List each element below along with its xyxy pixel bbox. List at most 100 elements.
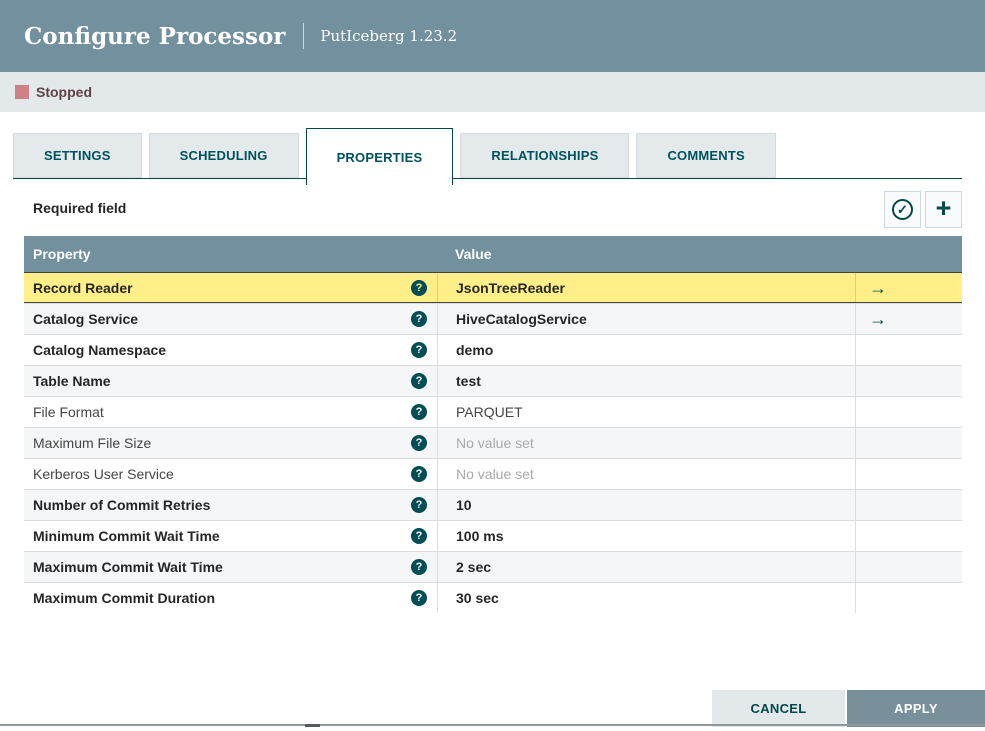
go-to-service-cell	[855, 428, 962, 458]
table-header-row: Property Value	[24, 236, 962, 272]
go-to-service-arrow-icon[interactable]: →	[869, 279, 887, 297]
property-name-cell: Maximum Commit Wait Time?	[24, 552, 437, 582]
help-question-icon[interactable]: ?	[411, 404, 427, 420]
help-question-icon[interactable]: ?	[411, 559, 427, 575]
property-row-kerberos-user-service[interactable]: Kerberos User Service? No value set	[24, 458, 962, 489]
property-row-minimum-commit-wait-time[interactable]: Minimum Commit Wait Time? 100 ms	[24, 520, 962, 551]
property-row-catalog-namespace[interactable]: Catalog Namespace? demo	[24, 334, 962, 365]
help-question-icon[interactable]: ?	[411, 590, 427, 606]
property-name-cell: Maximum File Size?	[24, 428, 437, 458]
table-body: Record Reader? JsonTreeReader → Catalog Ser…	[24, 272, 962, 613]
property-row-maximum-commit-duration[interactable]: Maximum Commit Duration? 30 sec	[24, 582, 962, 613]
help-question-icon[interactable]: ?	[411, 435, 427, 451]
property-value-cell[interactable]: HiveCatalogService	[437, 304, 855, 334]
required-field-label: Required field	[33, 200, 127, 216]
property-value-cell[interactable]: 10	[437, 490, 855, 520]
help-question-icon[interactable]: ?	[411, 497, 427, 513]
property-value-placeholder: No value set	[456, 466, 534, 482]
property-name: Maximum File Size	[33, 435, 152, 451]
property-name: Table Name	[33, 373, 111, 389]
property-value-cell[interactable]: 2 sec	[437, 552, 855, 582]
tab-relationships[interactable]: RELATIONSHIPS	[460, 133, 630, 178]
property-value: 10	[456, 497, 472, 513]
property-name: Record Reader	[33, 279, 133, 296]
property-value-cell[interactable]: No value set	[437, 459, 855, 489]
go-to-service-cell	[855, 521, 962, 551]
apply-button[interactable]: APPLY	[847, 690, 985, 727]
column-header-value: Value	[455, 246, 492, 262]
property-name: Catalog Namespace	[33, 342, 167, 358]
property-value: 100 ms	[456, 528, 504, 544]
configure-processor-dialog: Configure Processor PutIceberg 1.23.2 St…	[0, 0, 985, 731]
property-name-cell: Minimum Commit Wait Time?	[24, 521, 437, 551]
property-name: Catalog Service	[33, 311, 139, 327]
property-row-file-format[interactable]: File Format? PARQUET	[24, 396, 962, 427]
property-value-cell[interactable]: 100 ms	[437, 521, 855, 551]
bottom-edge-mark	[305, 724, 320, 727]
property-value: PARQUET	[456, 404, 523, 420]
dialog-title: Configure Processor	[24, 22, 286, 50]
property-name-cell: Record Reader?	[24, 273, 437, 302]
property-row-maximum-commit-wait-time[interactable]: Maximum Commit Wait Time? 2 sec	[24, 551, 962, 582]
help-question-icon[interactable]: ?	[411, 279, 427, 296]
property-name: Number of Commit Retries	[33, 497, 211, 513]
property-value-cell[interactable]: test	[437, 366, 855, 396]
cancel-button[interactable]: CANCEL	[712, 690, 845, 727]
property-value: demo	[456, 342, 494, 358]
go-to-service-cell	[855, 397, 962, 427]
property-value-cell[interactable]: PARQUET	[437, 397, 855, 427]
go-to-service-cell: →	[855, 273, 962, 302]
go-to-service-cell	[855, 583, 962, 613]
dialog-header: Configure Processor PutIceberg 1.23.2	[0, 0, 985, 72]
properties-table: Property Value Record Reader? JsonTreeRea…	[24, 236, 962, 613]
status-label: Stopped	[36, 84, 92, 100]
tab-settings[interactable]: SETTINGS	[13, 133, 142, 178]
property-name-cell: Catalog Namespace?	[24, 335, 437, 365]
property-name: Kerberos User Service	[33, 466, 174, 482]
property-value-cell[interactable]: JsonTreeReader	[437, 273, 855, 302]
add-property-button[interactable]: +	[925, 191, 962, 228]
property-name-cell: Number of Commit Retries?	[24, 490, 437, 520]
property-name-cell: Maximum Commit Duration?	[24, 583, 437, 613]
property-value: 30 sec	[456, 590, 499, 606]
property-value: HiveCatalogService	[456, 311, 587, 327]
help-question-icon[interactable]: ?	[411, 373, 427, 389]
go-to-service-cell	[855, 335, 962, 365]
property-row-number-of-commit-retries[interactable]: Number of Commit Retries? 10	[24, 489, 962, 520]
go-to-service-cell: →	[855, 304, 962, 334]
property-row-table-name[interactable]: Table Name? test	[24, 365, 962, 396]
go-to-service-arrow-icon[interactable]: →	[869, 310, 887, 328]
title-divider	[303, 23, 305, 49]
tab-scheduling[interactable]: SCHEDULING	[148, 133, 299, 178]
property-row-record-reader[interactable]: Record Reader? JsonTreeReader →	[24, 272, 962, 303]
go-to-service-cell	[855, 366, 962, 396]
tab-properties[interactable]: PROPERTIES	[305, 128, 454, 185]
property-name-cell: Catalog Service?	[24, 304, 437, 334]
property-value: 2 sec	[456, 559, 492, 575]
property-value-cell[interactable]: No value set	[437, 428, 855, 458]
property-value-cell[interactable]: 30 sec	[437, 583, 855, 613]
property-row-catalog-service[interactable]: Catalog Service? HiveCatalogService →	[24, 303, 962, 334]
go-to-service-cell	[855, 490, 962, 520]
verify-properties-button[interactable]: ✓	[884, 191, 921, 228]
go-to-service-cell	[855, 552, 962, 582]
column-header-property: Property	[33, 246, 91, 262]
property-value-cell[interactable]: demo	[437, 335, 855, 365]
help-question-icon[interactable]: ?	[411, 528, 427, 544]
property-name-cell: File Format?	[24, 397, 437, 427]
stopped-state-icon	[15, 85, 29, 99]
plus-icon: +	[935, 193, 952, 223]
tab-comments[interactable]: COMMENTS	[636, 133, 776, 178]
property-name: Minimum Commit Wait Time	[33, 528, 220, 544]
property-name-cell: Kerberos User Service?	[24, 459, 437, 489]
property-name: Maximum Commit Wait Time	[33, 559, 223, 575]
help-question-icon[interactable]: ?	[411, 311, 427, 327]
status-bar: Stopped	[0, 72, 985, 112]
processor-name-version: PutIceberg 1.23.2	[320, 27, 458, 45]
property-row-maximum-file-size[interactable]: Maximum File Size? No value set	[24, 427, 962, 458]
help-question-icon[interactable]: ?	[411, 466, 427, 482]
help-question-icon[interactable]: ?	[411, 342, 427, 358]
go-to-service-cell	[855, 459, 962, 489]
tab-strip: SETTINGS SCHEDULING PROPERTIES RELATIONSHIP…	[13, 128, 962, 185]
property-value: JsonTreeReader	[456, 279, 565, 296]
